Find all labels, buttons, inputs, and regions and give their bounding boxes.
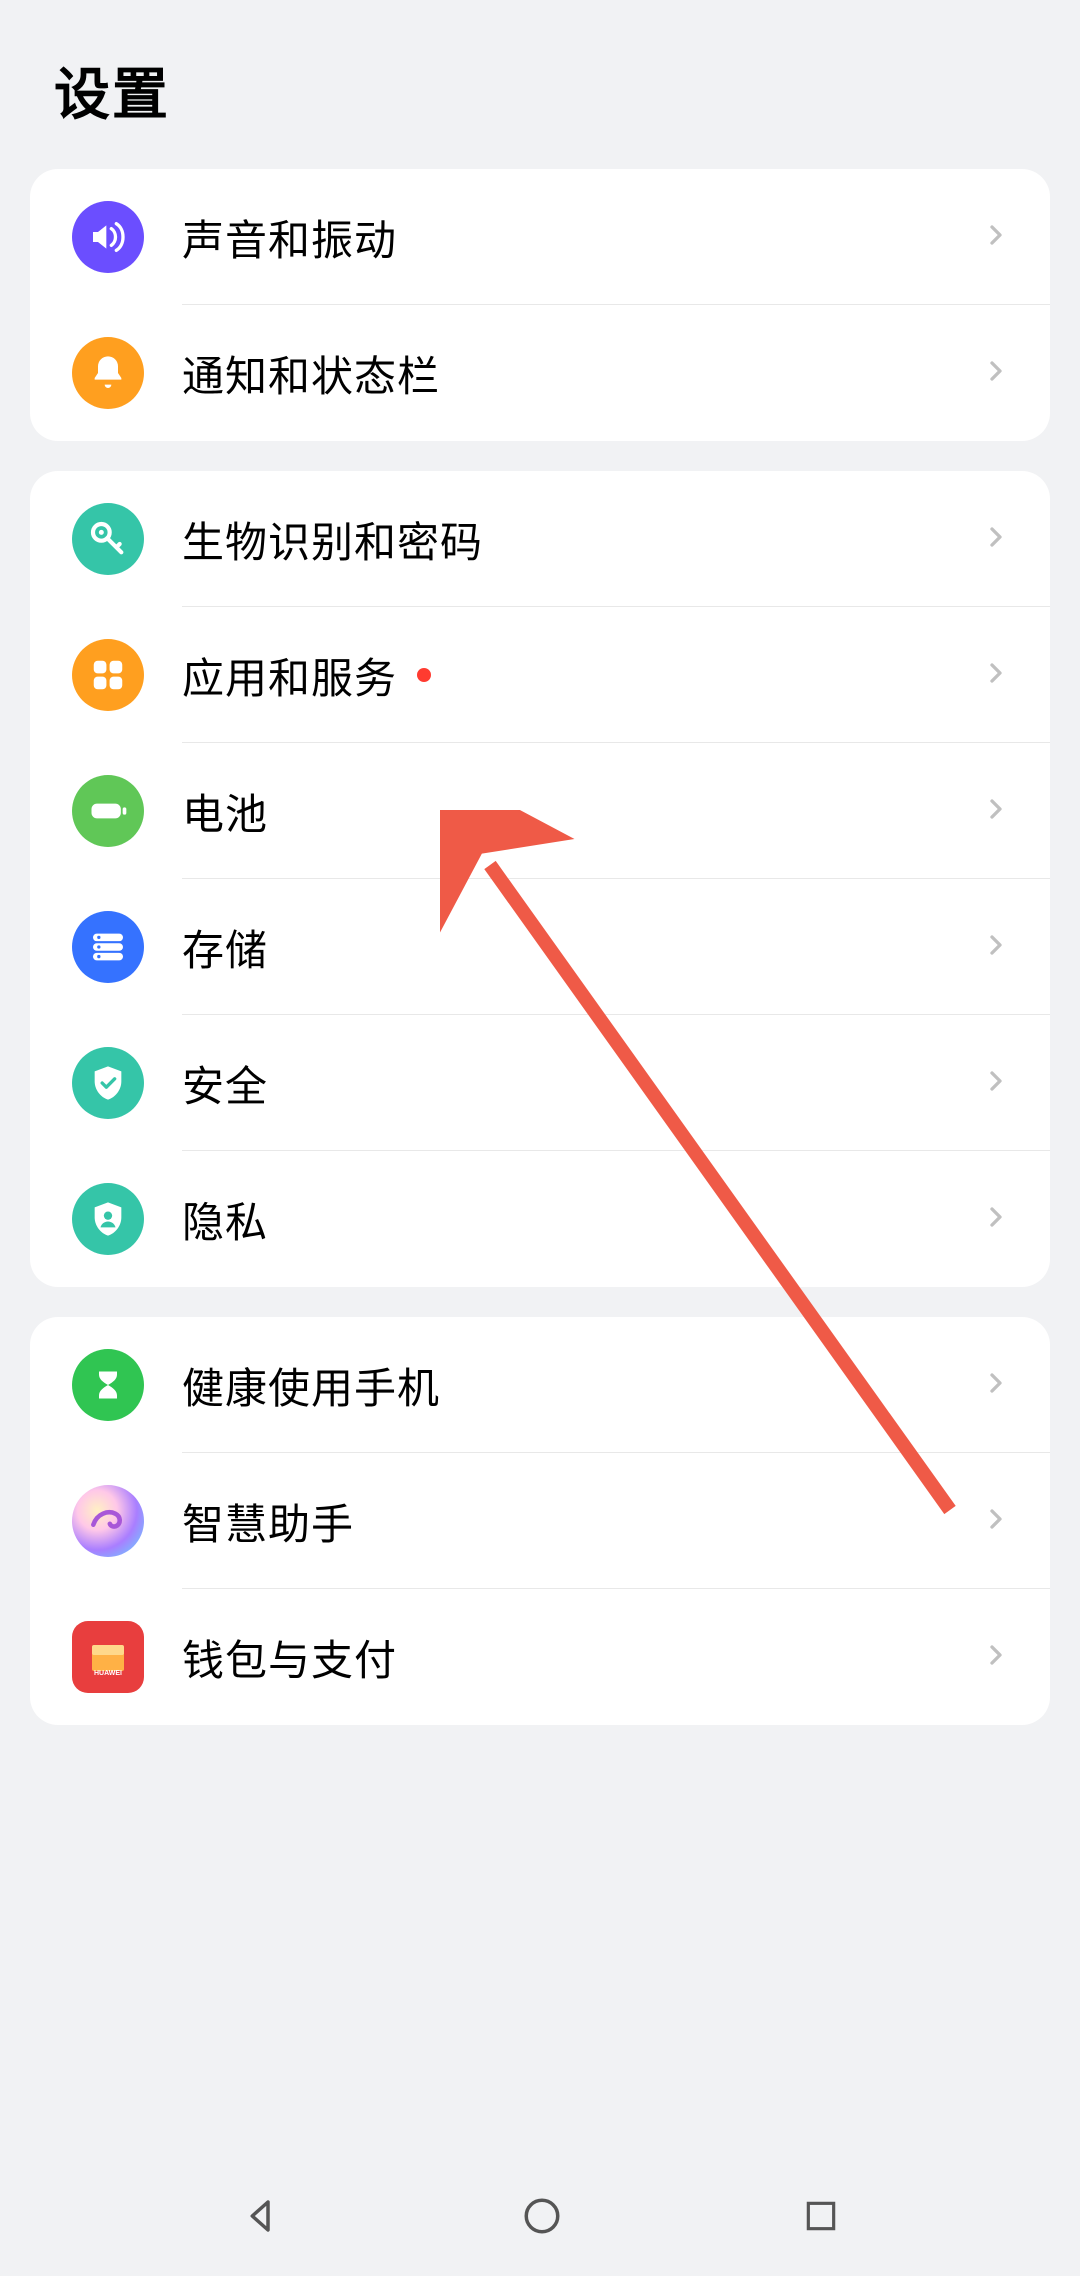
settings-item-label: 隐私 — [182, 1189, 980, 1250]
chevron-right-icon — [980, 219, 1012, 256]
chevron-right-icon — [980, 1503, 1012, 1540]
settings-item-label: 安全 — [182, 1053, 980, 1114]
settings-item-apps[interactable]: 应用和服务 — [30, 607, 1050, 743]
settings-item-biometric[interactable]: 生物识别和密码 — [30, 471, 1050, 607]
chevron-right-icon — [980, 657, 1012, 694]
chevron-right-icon — [980, 355, 1012, 392]
settings-item-battery[interactable]: 电池 — [30, 743, 1050, 879]
settings-item-notifications[interactable]: 通知和状态栏 — [30, 305, 1050, 441]
shield-check-icon — [72, 1047, 144, 1119]
settings-item-label: 存储 — [182, 917, 980, 978]
settings-item-label: 通知和状态栏 — [182, 343, 980, 404]
bell-icon — [72, 337, 144, 409]
settings-item-storage[interactable]: 存储 — [30, 879, 1050, 1015]
chevron-right-icon — [980, 1367, 1012, 1404]
chevron-right-icon — [980, 521, 1012, 558]
page-title: 设置 — [54, 50, 1026, 131]
page-header: 设置 — [0, 0, 1080, 169]
nav-recent-button[interactable] — [802, 2197, 840, 2235]
hourglass-icon — [72, 1349, 144, 1421]
nav-back-button[interactable] — [240, 2195, 282, 2237]
settings-item-label: 应用和服务 — [182, 645, 397, 706]
settings-item-label: 电池 — [182, 781, 980, 842]
wallet-icon: HUAWEI — [72, 1621, 144, 1693]
svg-text:HUAWEI: HUAWEI — [94, 1670, 122, 1677]
settings-item-label: 声音和振动 — [182, 207, 980, 268]
nav-home-button[interactable] — [521, 2195, 563, 2237]
notification-dot-icon — [417, 668, 431, 682]
swirl-icon — [72, 1485, 144, 1557]
settings-item-sound[interactable]: 声音和振动 — [30, 169, 1050, 305]
grid-icon — [72, 639, 144, 711]
settings-group-2: 生物识别和密码 应用和服务 电池 存储 — [30, 471, 1050, 1287]
key-icon — [72, 503, 144, 575]
system-nav-bar — [0, 2156, 1080, 2276]
chevron-right-icon — [980, 1639, 1012, 1676]
settings-item-label: 健康使用手机 — [182, 1355, 980, 1416]
settings-item-wallet[interactable]: HUAWEI 钱包与支付 — [30, 1589, 1050, 1725]
shield-user-icon — [72, 1183, 144, 1255]
settings-item-health[interactable]: 健康使用手机 — [30, 1317, 1050, 1453]
chevron-right-icon — [980, 1201, 1012, 1238]
settings-group-1: 声音和振动 通知和状态栏 — [30, 169, 1050, 441]
settings-item-label: 生物识别和密码 — [182, 509, 980, 570]
settings-item-label: 钱包与支付 — [182, 1627, 980, 1688]
settings-item-privacy[interactable]: 隐私 — [30, 1151, 1050, 1287]
settings-item-assistant[interactable]: 智慧助手 — [30, 1453, 1050, 1589]
storage-icon — [72, 911, 144, 983]
chevron-right-icon — [980, 1065, 1012, 1102]
settings-group-3: 健康使用手机 智慧助手 HUAWEI 钱包与支付 — [30, 1317, 1050, 1725]
chevron-right-icon — [980, 793, 1012, 830]
battery-icon — [72, 775, 144, 847]
settings-item-label: 智慧助手 — [182, 1491, 980, 1552]
volume-icon — [72, 201, 144, 273]
settings-item-security[interactable]: 安全 — [30, 1015, 1050, 1151]
chevron-right-icon — [980, 929, 1012, 966]
